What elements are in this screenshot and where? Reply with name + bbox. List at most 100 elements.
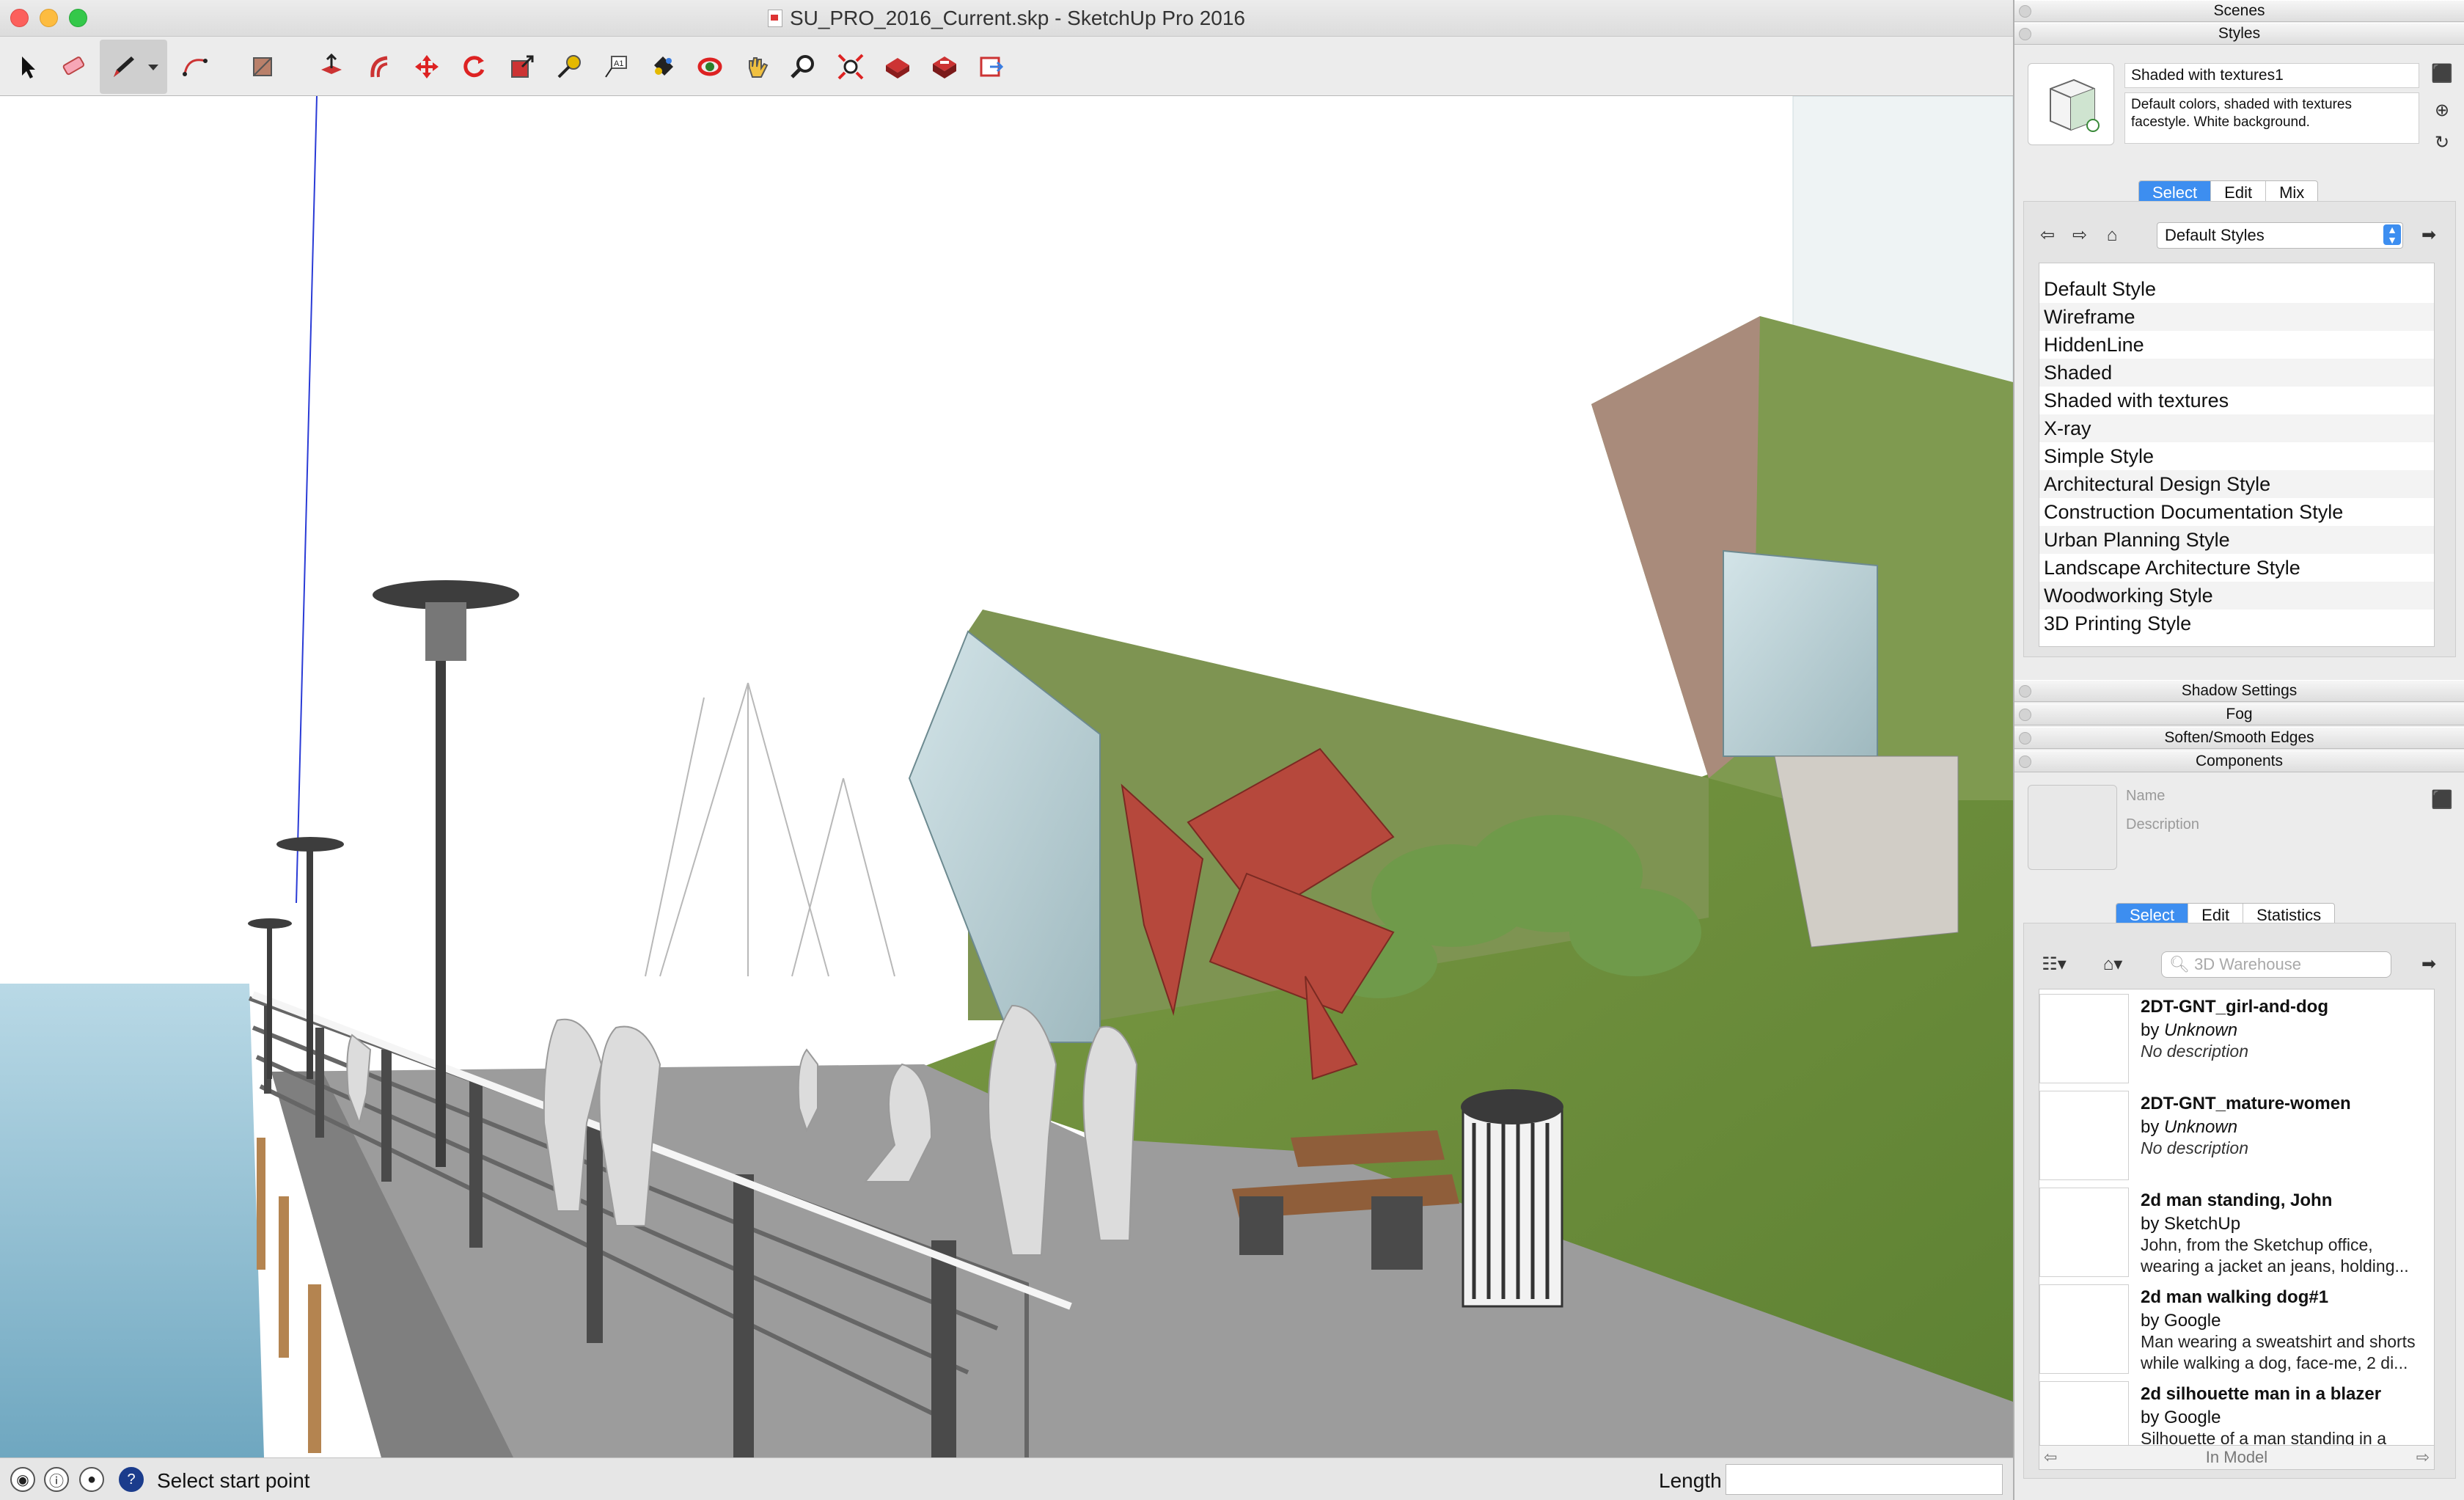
style-thumbnail (2028, 63, 2114, 145)
style-list-item[interactable]: X-ray (2039, 414, 2434, 442)
3d-warehouse-button[interactable] (877, 46, 918, 87)
move-tool-button[interactable] (406, 46, 447, 87)
scroll-right-icon[interactable]: ⇨ (2416, 1446, 2430, 1469)
line-tool-button[interactable] (100, 40, 167, 94)
credits-icon[interactable]: ⓘ (44, 1467, 69, 1492)
component-author-line: by Google (2141, 1408, 2221, 1427)
measurements-input[interactable] (1726, 1464, 2003, 1495)
component-list-item[interactable]: 2d man walking dog#1 by Google Man weari… (2039, 1284, 2434, 1383)
scale-tool-button[interactable] (502, 46, 543, 87)
style-collection-value: Default Styles (2165, 226, 2265, 244)
component-name: 2d silhouette man in a blazer (2141, 1384, 2382, 1404)
window-title-wrap: SU_PRO_2016_Current.skp - SketchUp Pro 2… (0, 7, 2013, 30)
forward-arrow-icon[interactable]: ⇨ (2069, 224, 2091, 246)
text-tool-button[interactable]: A1 (595, 46, 637, 87)
component-description-placeholder[interactable]: Description (2126, 816, 2199, 833)
svg-text:A1: A1 (614, 59, 623, 68)
style-list-item[interactable]: Shaded with textures (2039, 387, 2434, 414)
orbit-icon (697, 57, 722, 76)
component-name: 2d man standing, John (2141, 1190, 2333, 1210)
collapse-dot-icon (2019, 28, 2031, 40)
component-description: No description (2141, 1138, 2249, 1157)
zoom-tool-button[interactable] (783, 46, 824, 87)
style-list-item[interactable]: Architectural Design Style (2039, 470, 2434, 498)
styles-panel-header[interactable]: Styles (2014, 23, 2464, 45)
help-icon[interactable]: ? (119, 1467, 144, 1492)
arc-tool-button[interactable] (175, 46, 216, 87)
zoom-extents-tool-button[interactable] (830, 46, 871, 87)
style-description-field[interactable]: Default colors, shaded with textures fac… (2124, 92, 2419, 144)
pan-tool-button[interactable] (736, 46, 777, 87)
home-icon[interactable]: ⌂▾ (2095, 954, 2130, 976)
model-scene (0, 96, 2013, 1457)
component-author-line: by SketchUp (2141, 1214, 2241, 1234)
rotate-tool-button[interactable] (453, 46, 494, 87)
component-list-item[interactable]: 2d man standing, John by SketchUp John, … (2039, 1188, 2434, 1286)
tape-measure-icon (557, 55, 581, 78)
component-author: Google (2164, 1311, 2221, 1331)
send-to-layout-button[interactable] (971, 46, 1012, 87)
geolocation-icon[interactable]: ◉ (10, 1467, 35, 1492)
extension-warehouse-button[interactable] (924, 46, 965, 87)
component-description: No description (2141, 1042, 2249, 1061)
zoom-extents-icon (837, 54, 864, 80)
component-list-item[interactable]: 2DT-GNT_girl-and-dog by Unknown No descr… (2039, 994, 2434, 1092)
sketchup-window: SU_PRO_2016_Current.skp - SketchUp Pro 2… (0, 0, 2464, 1500)
component-author: Google (2164, 1408, 2221, 1427)
fog-panel-header[interactable]: Fog (2014, 703, 2464, 725)
style-list-item[interactable]: Default Style (2039, 275, 2434, 303)
scenes-panel-header[interactable]: Scenes (2014, 0, 2464, 22)
shadow-settings-panel-header[interactable]: Shadow Settings (2014, 680, 2464, 702)
components-panel-header[interactable]: Components (2014, 750, 2464, 772)
view-options-icon[interactable]: ☷▾ (2036, 954, 2072, 976)
layout-icon (980, 56, 1004, 77)
style-name-field[interactable]: Shaded with textures1 (2124, 63, 2419, 88)
warehouse-search-input[interactable]: 🔍︎ 3D Warehouse (2161, 951, 2391, 978)
collapse-dot-icon (2019, 685, 2031, 698)
model-viewport[interactable] (0, 96, 2013, 1457)
component-description: Man wearing a sweatshirt and shorts whil… (2141, 1332, 2416, 1372)
refresh-icon[interactable]: ↻ (2431, 132, 2453, 154)
soften-edges-title: Soften/Smooth Edges (2164, 729, 2314, 746)
style-list-item[interactable]: Landscape Architecture Style (2039, 554, 2434, 582)
style-list-item[interactable]: Shaded (2039, 359, 2434, 387)
paint-bucket-tool-button[interactable] (642, 46, 683, 87)
soften-edges-panel-header[interactable]: Soften/Smooth Edges (2014, 727, 2464, 749)
eraser-tool-button[interactable] (53, 46, 94, 87)
style-list-item[interactable]: Construction Documentation Style (2039, 498, 2434, 526)
select-tool-button[interactable] (7, 46, 48, 87)
back-arrow-icon[interactable]: ⇦ (2036, 224, 2058, 246)
component-name-placeholder[interactable]: Name (2126, 788, 2165, 805)
style-list-item[interactable]: Urban Planning Style (2039, 526, 2434, 554)
style-list-item[interactable]: Wireframe (2039, 303, 2434, 331)
document-icon (768, 10, 782, 27)
search-placeholder: 3D Warehouse (2194, 955, 2301, 973)
title-bar: SU_PRO_2016_Current.skp - SketchUp Pro 2… (0, 0, 2013, 37)
select-stepper-icon: ▲ ▼ (2383, 224, 2401, 245)
orbit-tool-button[interactable] (689, 46, 730, 87)
rectangle-tool-button[interactable] (242, 46, 283, 87)
offset-tool-button[interactable] (359, 46, 400, 87)
style-list-item[interactable]: HiddenLine (2039, 331, 2434, 359)
update-style-icon[interactable]: ⬛ (2431, 63, 2453, 85)
style-collection-select[interactable]: Default Styles ▲ ▼ (2157, 222, 2403, 249)
create-style-icon[interactable]: ⊕ (2431, 100, 2453, 122)
component-details-icon[interactable]: ⬛ (2431, 789, 2453, 811)
component-list-item[interactable]: 2DT-GNT_mature-women by Unknown No descr… (2039, 1091, 2434, 1189)
magnifier-icon (791, 55, 814, 78)
style-list-item[interactable]: 3D Printing Style (2039, 610, 2434, 637)
scroll-left-icon[interactable]: ⇦ (2044, 1446, 2057, 1469)
details-arrow-icon[interactable]: ➡ (2418, 224, 2440, 246)
window-title: SU_PRO_2016_Current.skp - SketchUp Pro 2… (790, 7, 1245, 29)
style-list-item[interactable]: Simple Style (2039, 442, 2434, 470)
style-list-item[interactable]: Woodworking Style (2039, 582, 2434, 610)
styles-list: Default Style Wireframe HiddenLine Shade… (2039, 263, 2435, 647)
component-name: 2DT-GNT_mature-women (2141, 1094, 2351, 1113)
tape-measure-tool-button[interactable] (549, 46, 590, 87)
collapse-dot-icon (2019, 756, 2031, 768)
push-pull-tool-button[interactable] (311, 46, 352, 87)
home-icon[interactable]: ⌂ (2101, 224, 2123, 246)
details-arrow-icon[interactable]: ➡ (2418, 954, 2440, 976)
user-account-icon[interactable]: ● (79, 1467, 104, 1492)
scenes-panel-title: Scenes (2213, 2, 2265, 19)
